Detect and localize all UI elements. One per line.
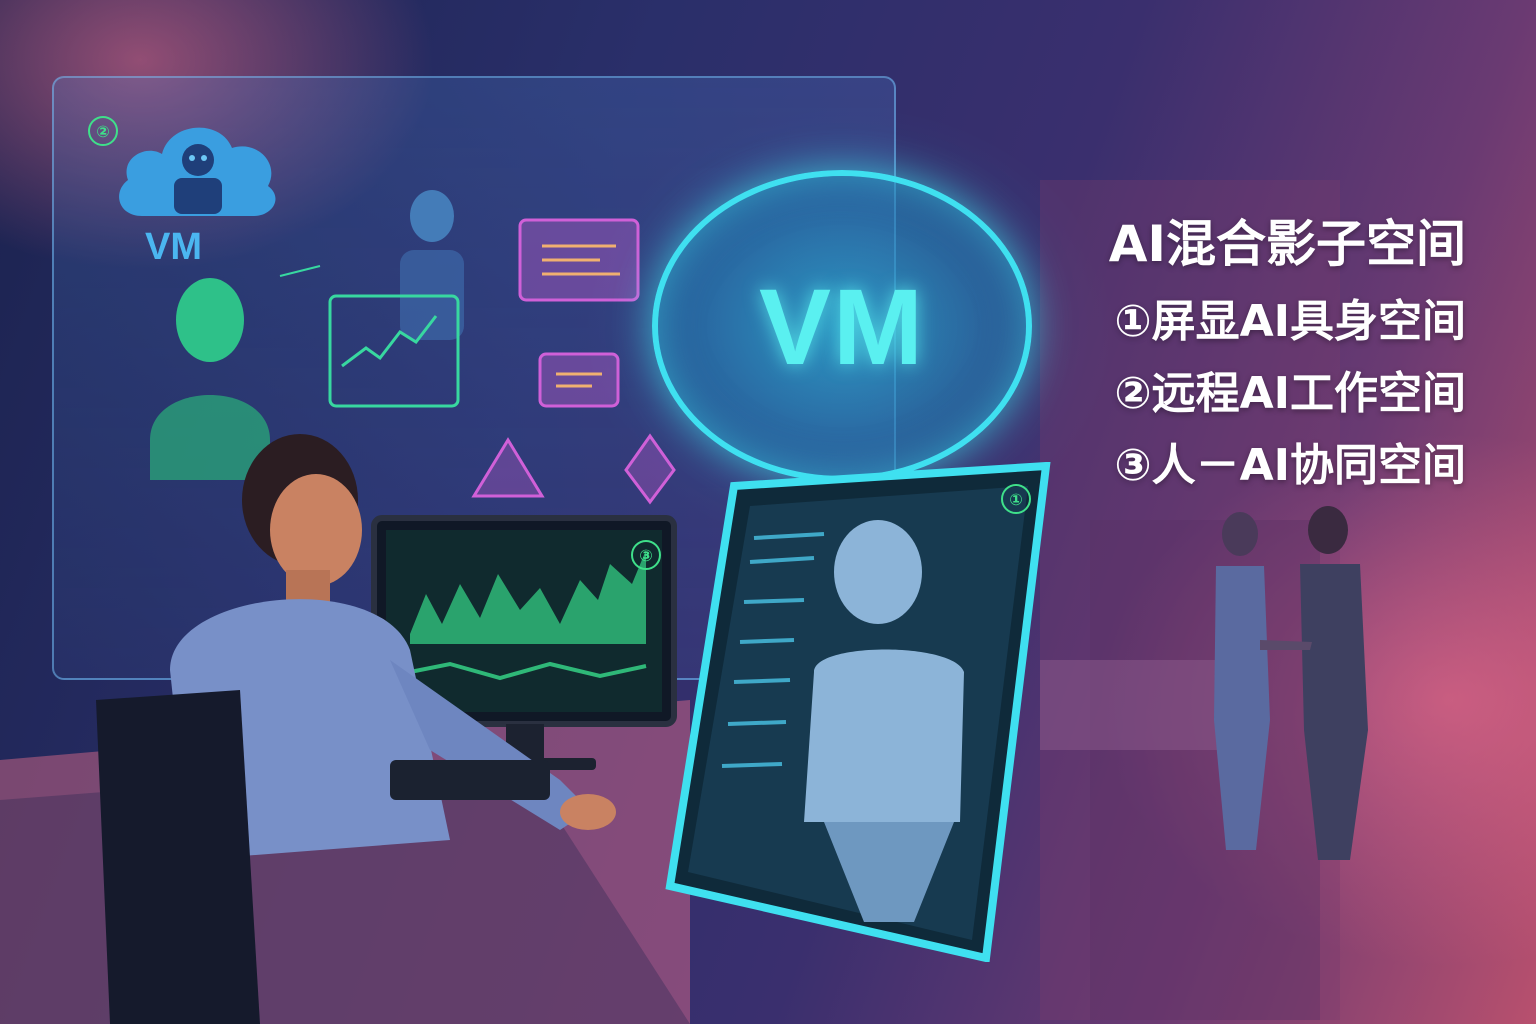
main-title: AI混合影子空间 bbox=[1108, 215, 1466, 273]
monitor-badge: ③ bbox=[631, 540, 661, 570]
screen-badge: ① bbox=[1001, 484, 1031, 514]
people-handshake bbox=[1214, 506, 1368, 860]
item-embodied-space: ①屏显AI具身空间 bbox=[1114, 296, 1466, 347]
item-collab-space: ③人－AI协同空间 bbox=[1114, 440, 1466, 491]
man-at-desk bbox=[96, 434, 616, 1024]
tablet-robot-screen bbox=[665, 462, 1051, 962]
item-remote-workspace: ②远程AI工作空间 bbox=[1114, 368, 1466, 419]
vm-bubble: VM bbox=[652, 170, 1032, 482]
vm-bubble-label: VM bbox=[759, 265, 925, 387]
caption-block: AI混合影子空间 ①屏显AI具身空间 ②远程AI工作空间 ③人－AI协同空间 bbox=[1109, 214, 1466, 502]
